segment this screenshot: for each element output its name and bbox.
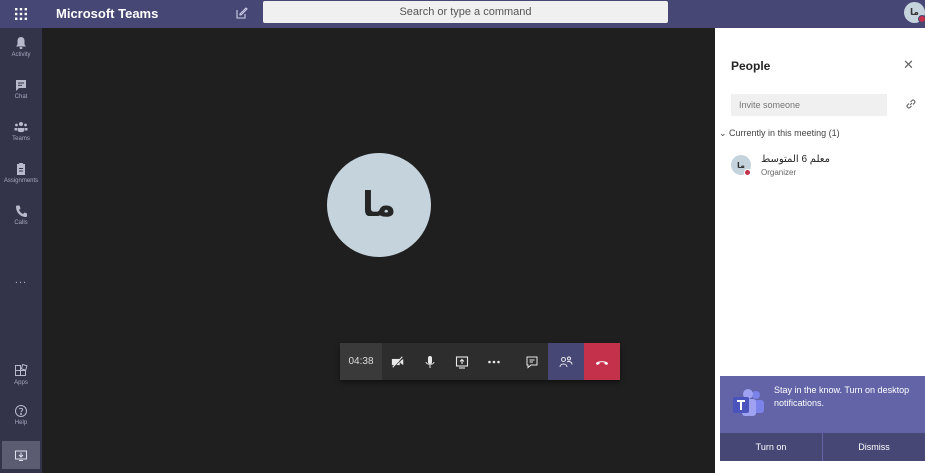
teams-icon xyxy=(14,122,28,133)
app-rail: Activity Chat Teams Assignments Calls ..… xyxy=(0,28,42,473)
more-actions-button[interactable] xyxy=(478,343,510,380)
rail-item-help[interactable]: Help xyxy=(0,400,42,438)
microphone-icon xyxy=(425,355,435,368)
rail-label: Help xyxy=(14,420,28,426)
compose-icon[interactable] xyxy=(235,6,249,20)
panel-title: People xyxy=(731,59,771,73)
participant-role: Organizer xyxy=(761,168,797,177)
mic-button[interactable] xyxy=(414,343,446,380)
ellipsis-icon xyxy=(488,360,500,363)
share-screen-icon xyxy=(455,355,469,369)
call-controls: 04:38 xyxy=(340,343,620,380)
invite-input[interactable] xyxy=(731,94,887,116)
toast-message: Stay in the know. Turn on desktop notifi… xyxy=(774,385,910,408)
rail-label: Apps xyxy=(14,380,28,386)
hang-up-button[interactable] xyxy=(584,343,620,380)
rail-label: Calls xyxy=(14,220,28,226)
rail-label: Teams xyxy=(12,136,30,142)
call-stage: ما 04:38 xyxy=(42,28,715,473)
more-apps-icon[interactable]: ... xyxy=(0,274,42,286)
phone-icon xyxy=(16,205,27,217)
rail-item-activity[interactable]: Activity xyxy=(0,32,42,70)
user-status-badge xyxy=(918,15,925,23)
search-input[interactable]: Search or type a command xyxy=(263,1,668,23)
rail-label: Assignments xyxy=(3,178,39,184)
camera-off-icon xyxy=(391,355,404,368)
chevron-down-icon: ⌄ xyxy=(719,128,730,138)
show-conversation-button[interactable] xyxy=(516,343,548,380)
meeting-section-header[interactable]: ⌄ Currently in this meeting (1) xyxy=(719,128,840,139)
rail-item-teams[interactable]: Teams xyxy=(0,116,42,154)
rail-item-calls[interactable]: Calls xyxy=(0,200,42,238)
rail-item-apps[interactable]: Apps xyxy=(0,360,42,398)
device-settings-button[interactable] xyxy=(2,441,40,469)
apps-icon xyxy=(15,364,28,376)
participants-icon xyxy=(559,356,573,367)
participant-name[interactable]: معلم 6 المتوسط xyxy=(761,154,830,165)
section-label: Currently in this meeting (1) xyxy=(729,128,840,138)
rail-label: Chat xyxy=(14,94,28,100)
app-launcher-icon[interactable] xyxy=(0,0,42,28)
top-bar: Microsoft Teams Search or type a command… xyxy=(0,0,925,28)
hang-up-icon xyxy=(596,360,608,365)
download-icon xyxy=(15,450,27,461)
chat-bubble-icon xyxy=(526,356,538,369)
rail-label: Activity xyxy=(11,52,31,58)
toast-actions: Turn on Dismiss xyxy=(720,433,925,461)
chat-icon xyxy=(16,80,26,91)
dismiss-button[interactable]: Dismiss xyxy=(822,433,925,461)
turn-on-button[interactable]: Turn on xyxy=(720,433,822,461)
camera-off-button[interactable] xyxy=(382,343,414,380)
close-icon[interactable]: ✕ xyxy=(903,57,914,73)
rail-item-chat[interactable]: Chat xyxy=(0,74,42,112)
notification-toast: Stay in the know. Turn on desktop notifi… xyxy=(720,376,925,461)
call-timer: 04:38 xyxy=(340,343,382,380)
link-icon[interactable] xyxy=(904,97,918,111)
app-title: Microsoft Teams xyxy=(56,6,159,21)
assignments-icon xyxy=(17,163,25,175)
rail-item-assignments[interactable]: Assignments xyxy=(0,158,42,196)
status-badge xyxy=(744,169,751,176)
teams-logo-icon xyxy=(733,389,764,416)
share-screen-button[interactable] xyxy=(446,343,478,380)
bell-icon xyxy=(16,37,26,49)
participant-avatar: ما xyxy=(327,153,431,257)
help-icon xyxy=(15,405,27,417)
show-participants-button[interactable] xyxy=(548,343,584,380)
